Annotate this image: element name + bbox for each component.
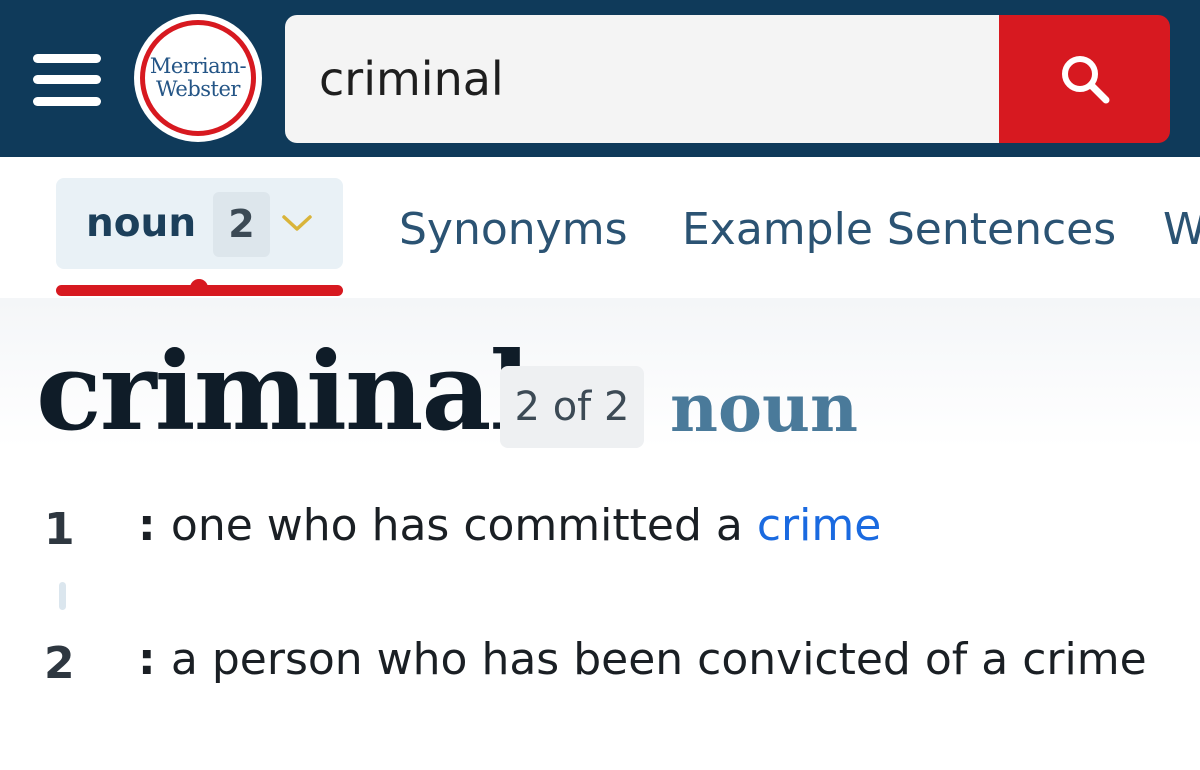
merriam-webster-logo[interactable]: Merriam- Webster <box>134 14 262 142</box>
logo-ring: Merriam- Webster <box>140 20 256 136</box>
sense-definition-2: : a person who has been convicted of a c… <box>138 634 1147 686</box>
tab-example-sentences[interactable]: Example Sentences <box>682 204 1116 256</box>
sense-definition-1: : one who has committed a crime <box>138 500 881 552</box>
hamburger-menu-icon[interactable] <box>33 54 101 106</box>
logo-text-line2: Webster <box>156 77 240 101</box>
definition-text: one who has committed a <box>170 500 757 551</box>
part-of-speech-dropdown[interactable]: noun 2 <box>56 178 343 269</box>
tab-truncated[interactable]: W <box>1163 204 1200 256</box>
definition-colon: : <box>138 634 171 685</box>
pos-dropdown-count: 2 <box>213 192 270 257</box>
site-header: Merriam- Webster <box>0 0 1200 157</box>
part-of-speech-label[interactable]: noun <box>670 368 858 448</box>
definition-text: a person who has been convicted of a cri… <box>170 634 1147 685</box>
crime-link[interactable]: crime <box>757 500 881 551</box>
tab-synonyms[interactable]: Synonyms <box>399 204 628 256</box>
sense-number-2: 2 <box>44 638 75 689</box>
search-button[interactable] <box>999 15 1170 143</box>
sense-connector <box>59 582 66 610</box>
entry-count-badge: 2 of 2 <box>500 366 644 448</box>
entry-nav-bar: noun 2 Synonyms Example Sentences W <box>0 157 1200 298</box>
pos-dropdown-label: noun <box>86 201 197 246</box>
active-tab-indicator <box>56 279 343 296</box>
search-icon <box>1061 56 1109 104</box>
search-box <box>285 15 1001 143</box>
chevron-down-icon <box>282 215 312 231</box>
entry-content: criminal 2 of 2 noun 1 2 : one who has c… <box>0 298 1200 770</box>
headword: criminal <box>36 329 531 455</box>
definition-colon: : <box>138 500 171 551</box>
search-input[interactable] <box>319 52 959 106</box>
logo-text-line1: Merriam- <box>149 54 247 78</box>
sense-number-1: 1 <box>44 504 75 555</box>
